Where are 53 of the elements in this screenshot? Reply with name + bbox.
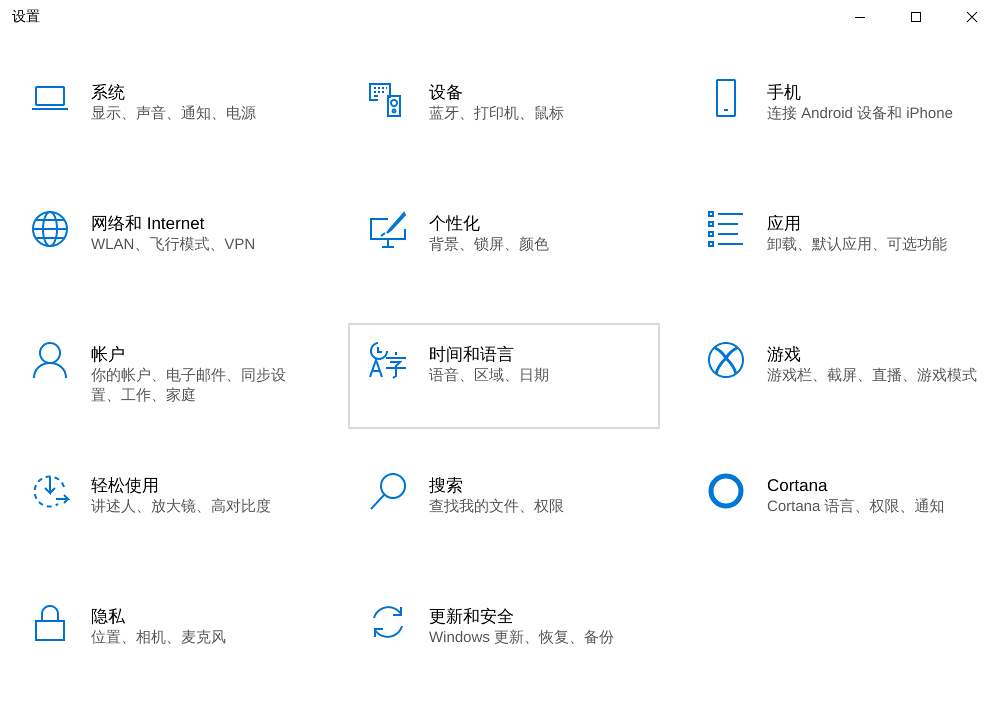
category-description: 语音、区域、日期 (429, 366, 549, 386)
settings-tile[interactable]: 个性化 背景、锁屏、颜色 (348, 192, 660, 298)
window-title: 设置 (12, 8, 40, 26)
category-title: 更新和安全 (429, 606, 514, 628)
category-description: 游戏栏、截屏、直播、游戏模式 (767, 366, 977, 386)
xbox-icon (706, 340, 746, 380)
category-title: 轻松使用 (91, 475, 159, 497)
category-description: 连接 Android 设备和 iPhone (767, 104, 953, 124)
paintbrush-monitor-icon (368, 209, 408, 249)
person-icon (30, 340, 70, 380)
settings-tile[interactable]: 轻松使用 讲述人、放大镜、高对比度 (10, 454, 322, 560)
list-icon (706, 209, 746, 249)
category-description: 显示、声音、通知、电源 (91, 104, 256, 124)
clock-letter-icon (368, 340, 408, 380)
settings-tile[interactable]: 搜索 查找我的文件、权限 (348, 454, 660, 560)
category-title: 时间和语言 (429, 344, 514, 366)
category-title: 设备 (429, 82, 463, 104)
category-title: 系统 (91, 82, 125, 104)
category-title: 隐私 (91, 606, 125, 628)
category-description: Cortana 语言、权限、通知 (767, 497, 945, 517)
maximize-icon (910, 11, 922, 23)
settings-tile[interactable]: 帐户 你的帐户、电子邮件、同步设置、工作、家庭 (10, 323, 322, 429)
settings-tile[interactable]: 手机 连接 Android 设备和 iPhone (686, 61, 998, 167)
category-description: 蓝牙、打印机、鼠标 (429, 104, 564, 124)
category-title: 网络和 Internet (91, 213, 204, 235)
settings-tile[interactable]: 网络和 Internet WLAN、飞行模式、VPN (10, 192, 322, 298)
category-title: 帐户 (91, 344, 125, 366)
category-title: Cortana (767, 475, 828, 497)
category-description: 讲述人、放大镜、高对比度 (91, 497, 271, 517)
ring-icon (706, 471, 746, 511)
settings-tile[interactable]: 更新和安全 Windows 更新、恢复、备份 (348, 585, 660, 691)
category-description: WLAN、飞行模式、VPN (91, 235, 256, 255)
category-title: 搜索 (429, 475, 463, 497)
category-title: 手机 (767, 82, 801, 104)
globe-icon (30, 209, 70, 249)
category-description: Windows 更新、恢复、备份 (429, 628, 614, 648)
category-description: 卸载、默认应用、可选功能 (767, 235, 947, 255)
category-description: 位置、相机、麦克风 (91, 628, 226, 648)
category-description: 查找我的文件、权限 (429, 497, 564, 517)
settings-tile[interactable]: 应用 卸载、默认应用、可选功能 (686, 192, 998, 298)
settings-tile[interactable]: 设备 蓝牙、打印机、鼠标 (348, 61, 660, 167)
category-title: 应用 (767, 213, 801, 235)
settings-tile[interactable]: Cortana Cortana 语言、权限、通知 (686, 454, 998, 560)
settings-tile[interactable]: 游戏 游戏栏、截屏、直播、游戏模式 (686, 323, 998, 429)
category-description: 背景、锁屏、颜色 (429, 235, 549, 255)
category-title: 游戏 (767, 344, 801, 366)
category-title: 个性化 (429, 213, 480, 235)
settings-tile[interactable]: 时间和语言 语音、区域、日期 (348, 323, 660, 429)
settings-tile[interactable]: 隐私 位置、相机、麦克风 (10, 585, 322, 691)
settings-tile[interactable]: 系统 显示、声音、通知、电源 (10, 61, 322, 167)
close-icon (966, 11, 978, 23)
category-description: 你的帐户、电子邮件、同步设置、工作、家庭 (91, 366, 287, 406)
search-icon (368, 471, 408, 511)
